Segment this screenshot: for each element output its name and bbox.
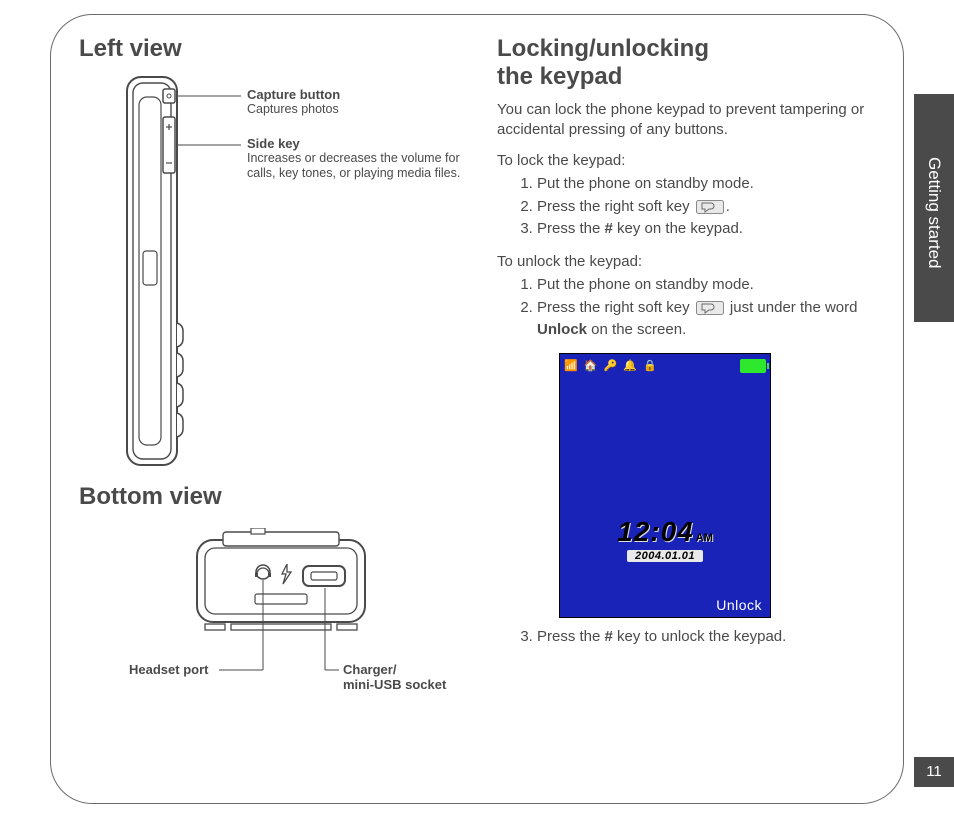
unlock-step-3: Press the # key to unlock the keypad.	[537, 626, 879, 648]
status-bar: 📶 🏠 🔑 🔔 🔒	[560, 354, 770, 376]
unlock-step-1: Put the phone on standby mode.	[537, 274, 879, 296]
page-number: 11	[914, 757, 954, 787]
side-key-label: Side key	[247, 136, 477, 151]
unlock-step-2: Press the right soft key just under the …	[537, 297, 879, 341]
bottom-view-diagram: Headset port Charger/ mini-USB socket	[79, 520, 479, 760]
battery-icon	[740, 359, 766, 373]
page-frame: Left view	[50, 14, 904, 804]
callout-lines	[79, 73, 479, 483]
lock-step-2: Press the right soft key .	[537, 196, 879, 218]
lock-step-1: Put the phone on standby mode.	[537, 173, 879, 195]
capture-button-desc: Captures photos	[247, 102, 467, 118]
clock-date: 2004.01.01	[627, 550, 703, 562]
signal-icon: 📶	[564, 360, 578, 372]
lock-icon: 🔒	[643, 360, 657, 372]
headset-port-label: Headset port	[129, 662, 208, 677]
lock-intro: To lock the keypad:	[497, 151, 879, 171]
charger-label-line1: Charger/	[343, 662, 446, 677]
unlock-steps-list: Put the phone on standby mode. Press the…	[519, 274, 879, 340]
left-view-diagram: Capture button Captures photos Side key …	[79, 73, 479, 483]
lock-step-3: Press the # key on the keypad.	[537, 218, 879, 240]
capture-button-label: Capture button	[247, 87, 467, 102]
section-tab: Getting started	[914, 94, 954, 322]
bell-icon: 🔔	[623, 360, 637, 372]
bottom-callout-lines	[79, 520, 479, 760]
unlock-intro: To unlock the keypad:	[497, 252, 879, 272]
right-soft-key-icon	[696, 200, 724, 214]
clock-ampm: AM	[696, 532, 713, 544]
heading-lock-unlock: Locking/unlocking the keypad	[497, 35, 879, 90]
heading-left-view: Left view	[79, 35, 479, 63]
clock-time: 12:04	[617, 516, 694, 547]
home-icon: 🏠	[584, 360, 598, 372]
clock-display: 12:04AM 2004.01.01	[560, 516, 770, 562]
charger-label-line2: mini-USB socket	[343, 677, 446, 692]
side-key-desc: Increases or decreases the volume for ca…	[247, 151, 477, 182]
softkey-label-unlock: Unlock	[716, 597, 762, 613]
intro-paragraph: You can lock the phone keypad to prevent…	[497, 100, 879, 141]
key-icon: 🔑	[604, 360, 618, 372]
heading-bottom-view: Bottom view	[79, 483, 479, 511]
phone-screen-illustration: 📶 🏠 🔑 🔔 🔒 12:04AM 2004.01.01 Unlock	[559, 353, 771, 618]
lock-steps-list: Put the phone on standby mode. Press the…	[519, 173, 879, 240]
unlock-steps-continued: Press the # key to unlock the keypad.	[519, 626, 879, 648]
right-soft-key-icon	[696, 301, 724, 315]
